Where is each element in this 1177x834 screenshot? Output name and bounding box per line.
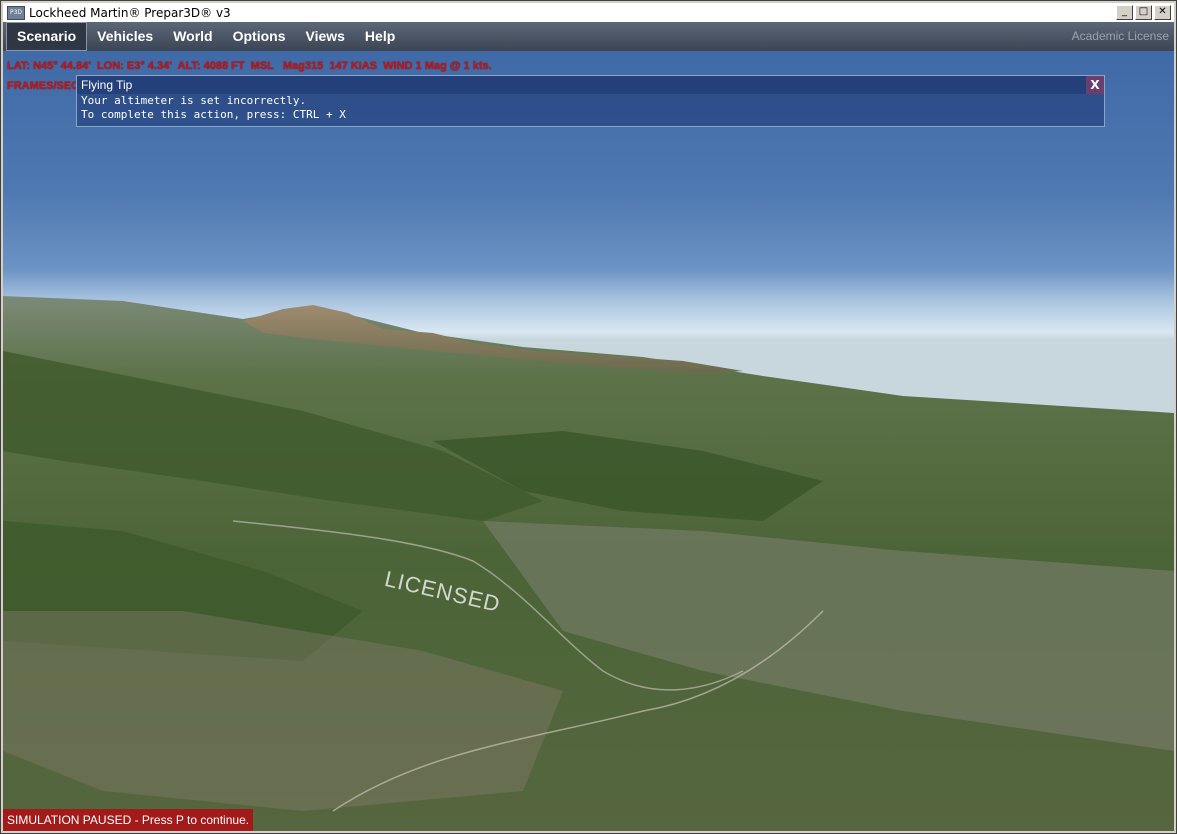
simulator-viewport[interactable]: LAT: N45° 44.84' LON: E3° 4.34' ALT: 408… [3,51,1174,831]
close-button[interactable]: ✕ [1154,5,1171,20]
minimize-button[interactable]: _ [1116,5,1133,20]
app-window: P3D Lockheed Martin® Prepar3D® v3 _ □ ✕ … [0,0,1177,834]
flying-tip-message: Your altimeter is set incorrectly. [81,94,307,107]
menu-vehicles[interactable]: Vehicles [87,23,163,50]
window-controls: _ □ ✕ [1116,5,1171,20]
simulation-paused-banner: SIMULATION PAUSED - Press P to continue. [3,809,254,831]
menu-views[interactable]: Views [295,23,354,50]
flying-tip-instruction: To complete this action, press: CTRL + X [81,108,346,121]
flying-tip-panel: Flying Tip X Your altimeter is set incor… [76,75,1105,127]
app-icon: P3D [7,5,25,20]
menu-world[interactable]: World [163,23,222,50]
menu-scenario[interactable]: Scenario [6,22,88,51]
license-label: Academic License [1071,29,1169,43]
hud-position-line: LAT: N45° 44.84' LON: E3° 4.34' ALT: 408… [7,60,492,72]
title-bar[interactable]: P3D Lockheed Martin® Prepar3D® v3 _ □ ✕ [3,3,1174,22]
flying-tip-close-button[interactable]: X [1086,76,1104,94]
flying-tip-title: Flying Tip [77,76,1104,94]
menu-options[interactable]: Options [223,23,296,50]
maximize-button[interactable]: □ [1135,5,1152,20]
terrain-scene [3,296,1174,831]
menu-bar: Scenario Vehicles World Options Views He… [3,22,1174,51]
menu-help[interactable]: Help [355,23,405,50]
window-title: Lockheed Martin® Prepar3D® v3 [29,5,231,20]
